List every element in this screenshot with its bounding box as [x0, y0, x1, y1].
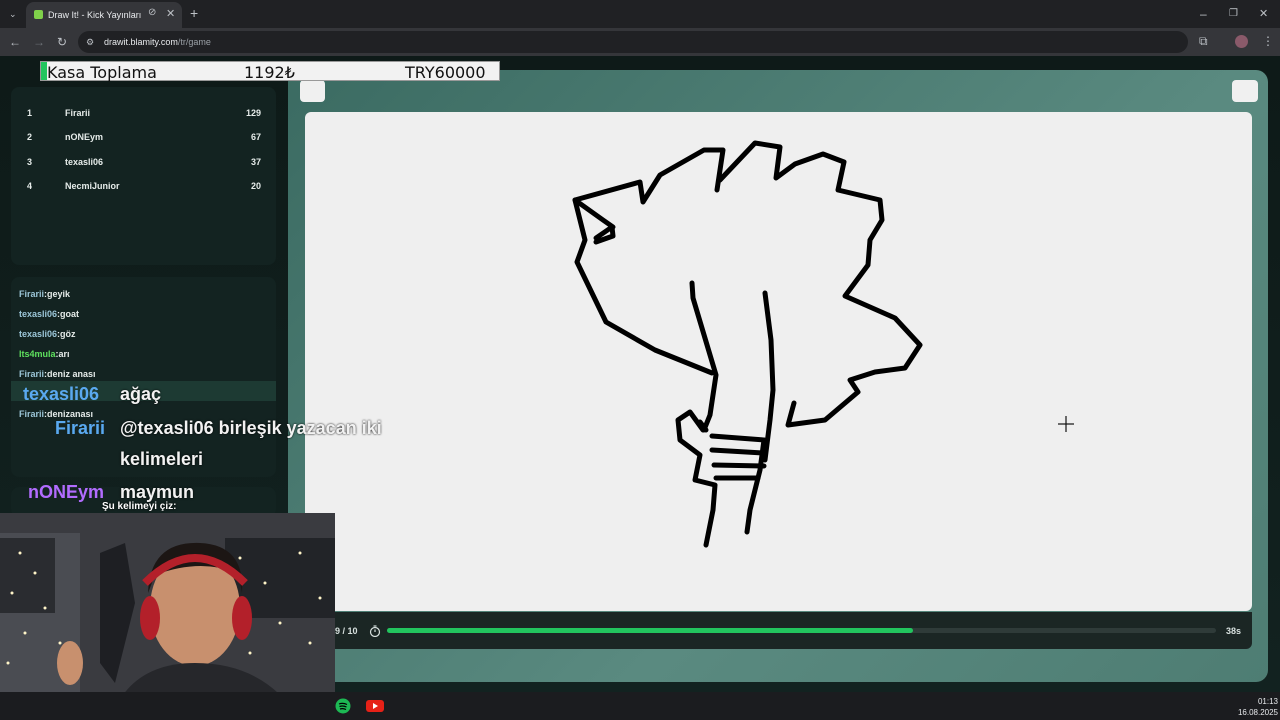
- webcam-feed: [0, 513, 335, 720]
- score-player: nONEym: [65, 132, 104, 142]
- chat-message: Firarii:geyik: [19, 289, 71, 299]
- cursor-crosshair-icon: [1058, 416, 1074, 432]
- score-rank: 2: [27, 132, 33, 142]
- overlay-chat-message: @texasli06 birleşik yazacan iki: [120, 418, 382, 438]
- chat-user: texasli06: [19, 329, 58, 339]
- scoreboard-row: 1 Firarii 129: [27, 108, 261, 122]
- overlay-chat-user: Firarii: [55, 418, 106, 438]
- chat-user: Firarii: [19, 369, 45, 379]
- guess-chat: Firarii:geyik texasli06:goat texasli06:g…: [11, 277, 276, 477]
- taskbar: [0, 692, 1280, 720]
- url-text[interactable]: drawit.blamity.com/tr/game: [104, 37, 211, 47]
- score-points: 129: [245, 108, 261, 118]
- score-player: NecmiJunior: [65, 181, 120, 191]
- score-player: texasli06: [65, 157, 104, 167]
- donation-goal-target: TRY60000: [405, 63, 486, 82]
- restore-icon[interactable]: ❐: [1229, 7, 1238, 21]
- back-icon[interactable]: ←: [9, 35, 21, 49]
- chat-message: texasli06:göz: [19, 329, 76, 339]
- chat-message: Firarii:deniz anası: [19, 369, 96, 379]
- donation-goal-label: Kasa Toplama: [47, 63, 157, 82]
- score-rank: 1: [27, 108, 33, 118]
- score-player: Firarii: [65, 108, 91, 118]
- url-path: /tr/game: [177, 37, 211, 47]
- scoreboard: 1 Firarii 129 2 nONEym 67 3 texasli06 37…: [11, 87, 276, 265]
- scoreboard-row: 4 NecmiJunior 20: [27, 181, 261, 195]
- tree-drawing: [572, 140, 923, 548]
- clock-time: 01:13: [1257, 697, 1278, 706]
- tab-strip: ⌄ Draw It! - Kick Yayınları İçin ⊘ ✕ + –…: [0, 0, 1280, 28]
- chat-text: deniz anası: [47, 369, 96, 379]
- tab-close-icon[interactable]: ✕: [166, 7, 175, 20]
- reload-icon[interactable]: ↻: [57, 35, 67, 49]
- chat-text: geyik: [47, 289, 71, 299]
- menu-icon[interactable]: ⋮: [1262, 34, 1274, 48]
- address-bar[interactable]: ⚙: [78, 31, 1188, 53]
- timer-progress-fill: [387, 628, 914, 633]
- site-info-icon[interactable]: ⚙: [86, 35, 94, 49]
- spotify-icon[interactable]: [335, 698, 351, 714]
- score-points: 37: [250, 157, 261, 167]
- chat-message: texasli06:goat: [19, 309, 80, 319]
- drawing-canvas[interactable]: [305, 112, 1252, 611]
- tool-button-left[interactable]: [300, 80, 325, 102]
- chat-user: Firarii: [19, 289, 45, 299]
- forward-icon[interactable]: →: [33, 35, 45, 49]
- donation-goal-amount: 1192₺: [244, 63, 295, 82]
- score-rank: 4: [27, 181, 33, 191]
- overlay-chat-message-cont: kelimeleri: [120, 449, 204, 469]
- scoreboard-row: 2 nONEym 67: [27, 132, 261, 146]
- window-close-icon[interactable]: ✕: [1259, 7, 1268, 21]
- timer-icon: [369, 625, 381, 637]
- overlay-chat-message: ağaç: [120, 384, 162, 404]
- new-tab-button[interactable]: +: [190, 6, 198, 20]
- chat-text: arı: [58, 349, 70, 359]
- profile-avatar[interactable]: [1235, 35, 1248, 48]
- score-points: 67: [250, 132, 261, 142]
- tool-button-right[interactable]: [1232, 80, 1258, 102]
- minimize-icon[interactable]: –: [1200, 7, 1207, 21]
- clock-date: 16.08.2025: [1237, 708, 1278, 717]
- draw-word-prompt: Şu kelimeyi çiz:: [102, 501, 177, 512]
- scoreboard-row: 3 texasli06 37: [27, 157, 261, 171]
- extensions-icon[interactable]: ⧉: [1199, 34, 1208, 48]
- time-left: 38s: [1226, 626, 1242, 636]
- youtube-icon[interactable]: [366, 698, 384, 714]
- chat-user: Firarii: [19, 409, 45, 419]
- tab-search-icon[interactable]: ⌄: [9, 7, 17, 21]
- overlay-chat-user: texasli06: [23, 384, 100, 404]
- webcam-image: [0, 513, 335, 720]
- overlay-chat-user: nONEym: [28, 482, 105, 502]
- chat-text: göz: [60, 329, 76, 339]
- tab-favicon-icon: [34, 10, 43, 19]
- tab-mute-icon[interactable]: ⊘: [148, 7, 156, 18]
- chat-user: Its4mula: [19, 349, 56, 359]
- tab-title: Draw It! - Kick Yayınları İçin: [48, 10, 144, 20]
- donation-goal-bar: Kasa Toplama 1192₺ TRY60000: [40, 61, 500, 82]
- score-rank: 3: [27, 157, 33, 167]
- overlay-chat-message: maymun: [120, 482, 195, 502]
- url-host: drawit.blamity.com: [104, 37, 178, 47]
- browser-tab[interactable]: Draw It! - Kick Yayınları İçin ⊘ ✕: [26, 2, 182, 28]
- system-clock: 01:13 16.08.2025: [1234, 696, 1278, 718]
- chat-user: texasli06: [19, 309, 58, 319]
- chat-message: Its4mula:arı: [19, 349, 70, 359]
- chat-text: goat: [60, 309, 80, 319]
- score-points: 20: [250, 181, 261, 191]
- round-counter: 9 / 10: [335, 626, 358, 636]
